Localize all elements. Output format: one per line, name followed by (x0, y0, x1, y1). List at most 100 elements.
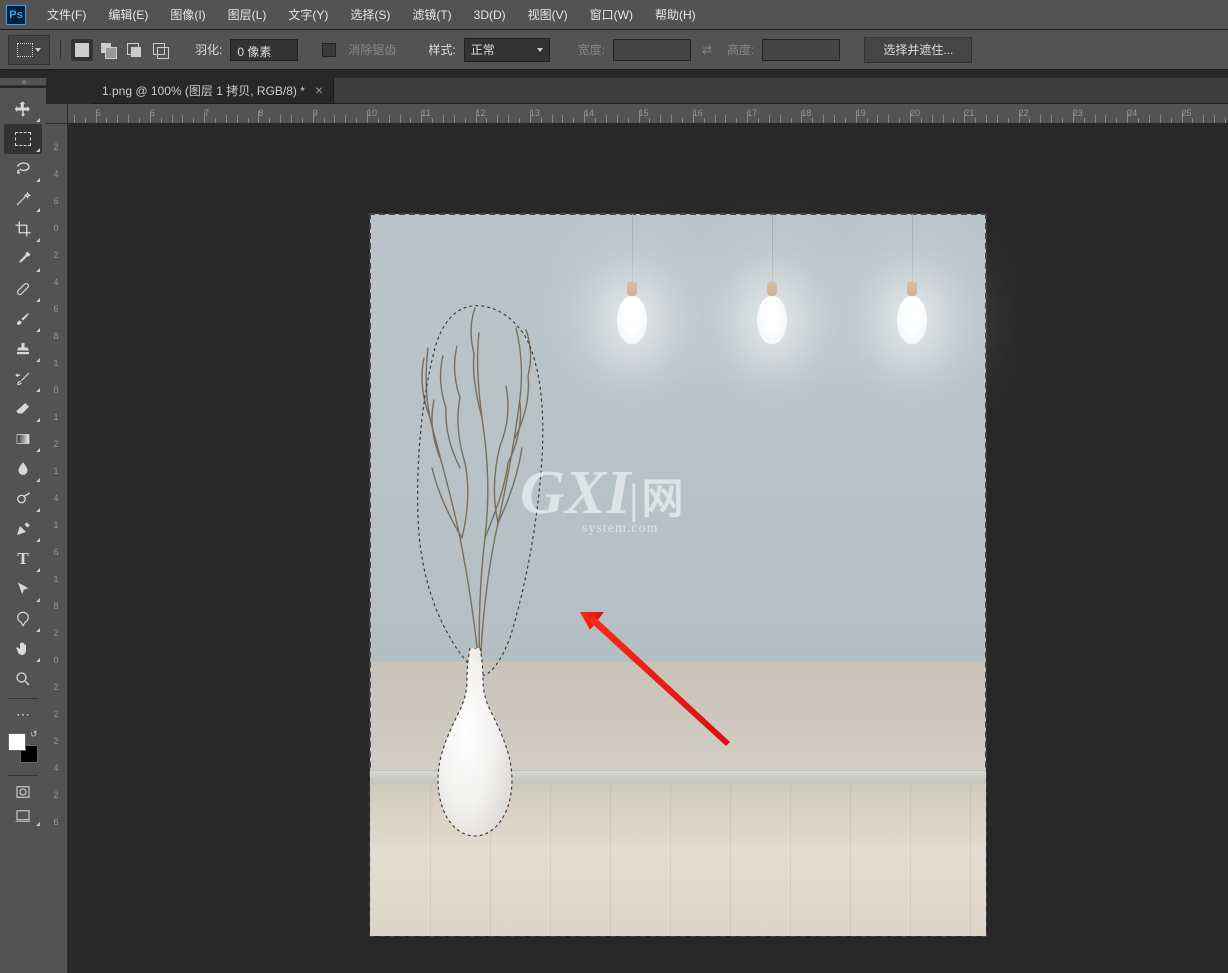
eraser-icon (14, 400, 32, 418)
hand-tool[interactable] (4, 634, 42, 664)
marquee-icon (17, 43, 33, 57)
app-logo-icon: Ps (6, 5, 26, 25)
options-bar: 羽化: 0 像素 消除锯齿 样式: 正常 宽度: ⇄ 高度: 选择并遮住... (0, 30, 1228, 70)
pendant-light-2 (742, 214, 802, 344)
menu-3d[interactable]: 3D(D) (463, 0, 517, 30)
history-brush-icon (14, 370, 32, 388)
bandage-icon (14, 280, 32, 298)
style-label: 样式: (428, 41, 455, 58)
menu-window[interactable]: 窗口(W) (579, 0, 644, 30)
screen-mode-button[interactable] (4, 804, 42, 828)
selection-subtract-button[interactable] (123, 39, 145, 61)
document-image[interactable]: GXI | 网 system.com ⌟ (370, 214, 986, 936)
eraser-tool[interactable] (4, 394, 42, 424)
menu-select[interactable]: 选择(S) (339, 0, 401, 30)
menu-help[interactable]: 帮助(H) (644, 0, 707, 30)
pen-icon (14, 520, 32, 538)
brush-tool[interactable] (4, 304, 42, 334)
shape-icon (14, 610, 32, 628)
quick-selection-tool[interactable] (4, 184, 42, 214)
brush-icon (14, 310, 32, 328)
style-select[interactable]: 正常 (464, 38, 550, 62)
selection-add-button[interactable] (97, 39, 119, 61)
annotation-arrow-icon (570, 604, 750, 764)
crop-icon (14, 220, 32, 238)
menu-filter[interactable]: 滤镜(T) (401, 0, 462, 30)
select-and-mask-button[interactable]: 选择并遮住... (864, 37, 972, 63)
canvas-area: 0123456789101112131415161718192021222324… (46, 104, 1228, 973)
antialias-label: 消除锯齿 (348, 41, 396, 58)
blur-tool[interactable] (4, 454, 42, 484)
tool-preset-picker[interactable] (8, 35, 50, 65)
feather-label: 羽化: (195, 41, 222, 58)
menu-edit[interactable]: 编辑(E) (97, 0, 159, 30)
quick-mask-icon (14, 783, 32, 801)
height-input (762, 39, 840, 61)
horizontal-ruler[interactable]: 0123456789101112131415161718192021222324… (68, 104, 1228, 124)
tab-close-icon[interactable]: × (315, 82, 323, 98)
document-tab[interactable]: 1.png @ 100% (图层 1 拷贝, RGB/8) * × (92, 77, 334, 103)
vertical-ruler[interactable]: 24602468101214161820222426 (46, 124, 68, 973)
ruler-origin[interactable] (46, 104, 68, 124)
foreground-color[interactable] (8, 733, 26, 751)
healing-brush-tool[interactable] (4, 274, 42, 304)
clone-stamp-tool[interactable] (4, 334, 42, 364)
dots-icon: ⋯ (14, 705, 32, 723)
rectangular-marquee-tool[interactable] (4, 124, 42, 154)
menu-bar: Ps 文件(F) 编辑(E) 图像(I) 图层(L) 文字(Y) 选择(S) 滤… (0, 0, 1228, 30)
menu-view[interactable]: 视图(V) (517, 0, 579, 30)
move-icon (14, 100, 32, 118)
style-value: 正常 (471, 41, 495, 58)
double-chevron-right-icon: » (22, 77, 24, 86)
blur-icon (14, 460, 32, 478)
width-label: 宽度: (578, 41, 605, 58)
lasso-tool[interactable] (4, 154, 42, 184)
menu-layer[interactable]: 图层(L) (217, 0, 278, 30)
pen-tool[interactable] (4, 514, 42, 544)
crop-tool[interactable] (4, 214, 42, 244)
lasso-icon (14, 160, 32, 178)
swap-colors-icon[interactable]: ↺ (30, 729, 40, 739)
gradient-tool[interactable] (4, 424, 42, 454)
color-swatches[interactable]: ↺ (8, 733, 38, 763)
vase-icon (430, 648, 520, 838)
marquee-icon (15, 132, 31, 146)
history-brush-tool[interactable] (4, 364, 42, 394)
type-tool[interactable]: T (4, 544, 42, 574)
watermark-cn: 网 (642, 465, 684, 526)
resize-handle-icon: ⌟ (975, 915, 982, 932)
type-icon: T (14, 550, 32, 568)
path-selection-tool[interactable] (4, 574, 42, 604)
swap-dimensions-icon: ⇄ (695, 40, 719, 60)
width-input (613, 39, 691, 61)
selection-intersect-button[interactable] (149, 39, 171, 61)
dodge-tool[interactable] (4, 484, 42, 514)
quick-mask-button[interactable] (4, 780, 42, 804)
magic-wand-icon (14, 190, 32, 208)
canvas-viewport[interactable]: GXI | 网 system.com ⌟ (68, 124, 1228, 973)
zoom-tool[interactable] (4, 664, 42, 694)
move-tool[interactable] (4, 94, 42, 124)
tool-panel: T ⋯ ↺ (0, 88, 46, 973)
screen-mode-icon (14, 807, 32, 825)
shape-tool[interactable] (4, 604, 42, 634)
eyedropper-tool[interactable] (4, 244, 42, 274)
zoom-icon (14, 670, 32, 688)
hand-icon (14, 640, 32, 658)
dodge-icon (14, 490, 32, 508)
menu-image[interactable]: 图像(I) (159, 0, 216, 30)
height-label: 高度: (727, 41, 754, 58)
antialias-checkbox (322, 43, 336, 57)
edit-toolbar-button[interactable]: ⋯ (4, 703, 42, 725)
selection-new-button[interactable] (71, 39, 93, 61)
pendant-light-3 (882, 214, 942, 344)
stamp-icon (14, 340, 32, 358)
watermark-main: GXI (520, 458, 630, 529)
watermark-text: GXI | 网 system.com (520, 458, 684, 537)
menu-type[interactable]: 文字(Y) (277, 0, 339, 30)
feather-input[interactable]: 0 像素 (230, 39, 298, 61)
menu-file[interactable]: 文件(F) (36, 0, 97, 30)
divider (60, 40, 61, 60)
chevron-down-icon (537, 48, 543, 52)
panel-expand-strip[interactable]: » (0, 78, 46, 86)
